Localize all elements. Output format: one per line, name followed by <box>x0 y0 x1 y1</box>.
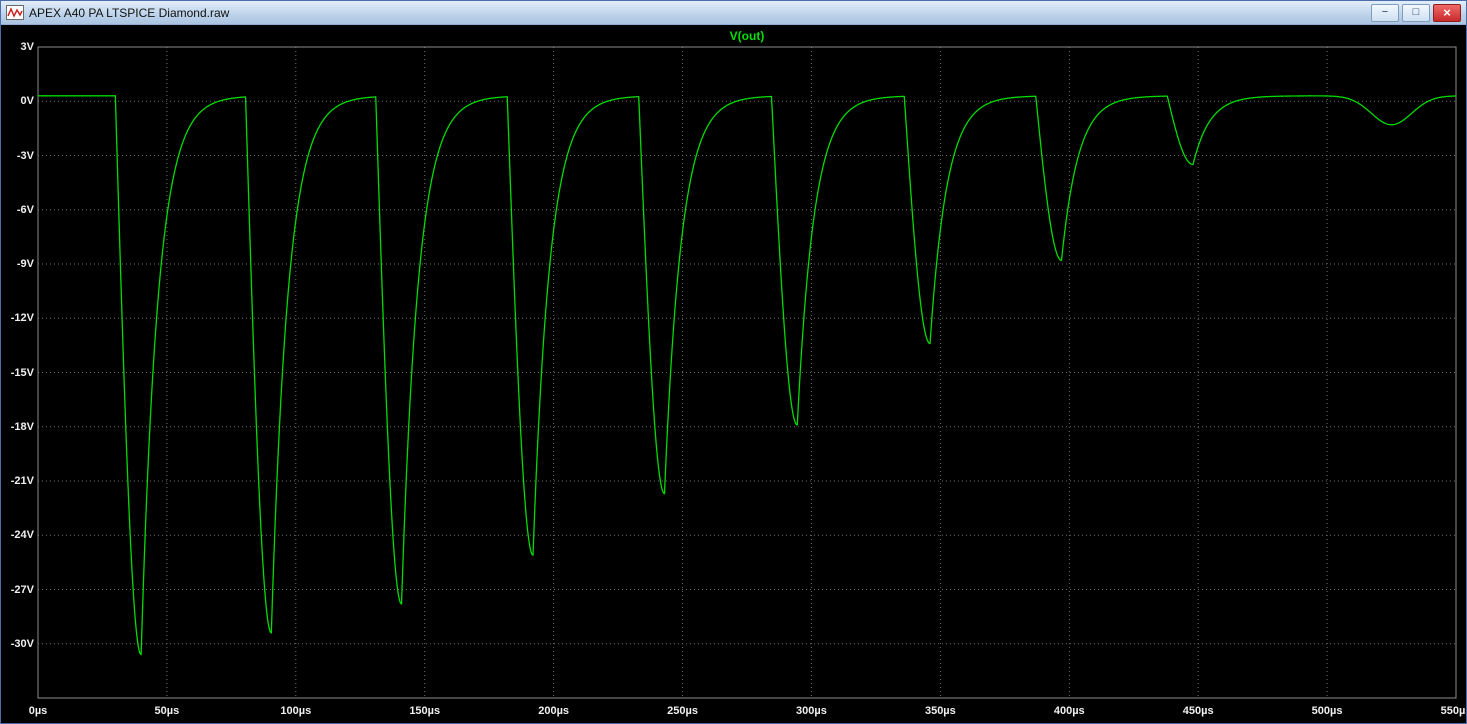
x-tick-label[interactable]: 250µs <box>661 704 705 718</box>
y-tick-label[interactable]: -18V <box>1 420 34 434</box>
y-tick-label[interactable]: -9V <box>1 257 34 271</box>
window-controls: − □ × <box>1371 3 1461 22</box>
y-tick-label[interactable]: -30V <box>1 637 34 651</box>
window-title: APEX A40 PA LTSPICE Diamond.raw <box>29 5 230 20</box>
y-tick-label[interactable]: 3V <box>1 40 34 54</box>
y-tick-label[interactable]: 0V <box>1 94 34 108</box>
x-tick-label[interactable]: 50µs <box>145 704 189 718</box>
waveform-chart[interactable] <box>1 25 1467 724</box>
x-tick-label[interactable]: 0µs <box>16 704 60 718</box>
close-button[interactable]: × <box>1433 3 1461 22</box>
vout-trace[interactable] <box>37 95 1457 656</box>
y-tick-label[interactable]: -15V <box>1 366 34 380</box>
x-tick-label[interactable]: 100µs <box>274 704 318 718</box>
minimize-button[interactable]: − <box>1371 3 1399 22</box>
maximize-button[interactable]: □ <box>1402 3 1430 22</box>
y-tick-label[interactable]: -6V <box>1 203 34 217</box>
x-tick-label[interactable]: 200µs <box>532 704 576 718</box>
x-tick-label[interactable]: 350µs <box>918 704 962 718</box>
x-tick-label[interactable]: 400µs <box>1047 704 1091 718</box>
y-tick-label[interactable]: -12V <box>1 311 34 325</box>
ltspice-waveform-window: APEX A40 PA LTSPICE Diamond.raw − □ × V(… <box>0 0 1467 724</box>
y-tick-label[interactable]: -21V <box>1 474 34 488</box>
y-tick-label[interactable]: -27V <box>1 583 34 597</box>
title-bar[interactable]: APEX A40 PA LTSPICE Diamond.raw − □ × <box>1 1 1466 25</box>
x-tick-label[interactable]: 150µs <box>403 704 447 718</box>
waveform-window-icon <box>6 5 24 20</box>
x-tick-label[interactable]: 450µs <box>1176 704 1220 718</box>
x-tick-label[interactable]: 500µs <box>1305 704 1349 718</box>
x-tick-label[interactable]: 550µs <box>1434 704 1466 718</box>
y-tick-label[interactable]: -3V <box>1 149 34 163</box>
y-tick-label[interactable]: -24V <box>1 528 34 542</box>
x-tick-label[interactable]: 300µs <box>789 704 833 718</box>
plot-screen[interactable]: V(out) 3V 0V -3V -6V -9V -12V -15V -18V -21V -24V… <box>1 25 1467 724</box>
